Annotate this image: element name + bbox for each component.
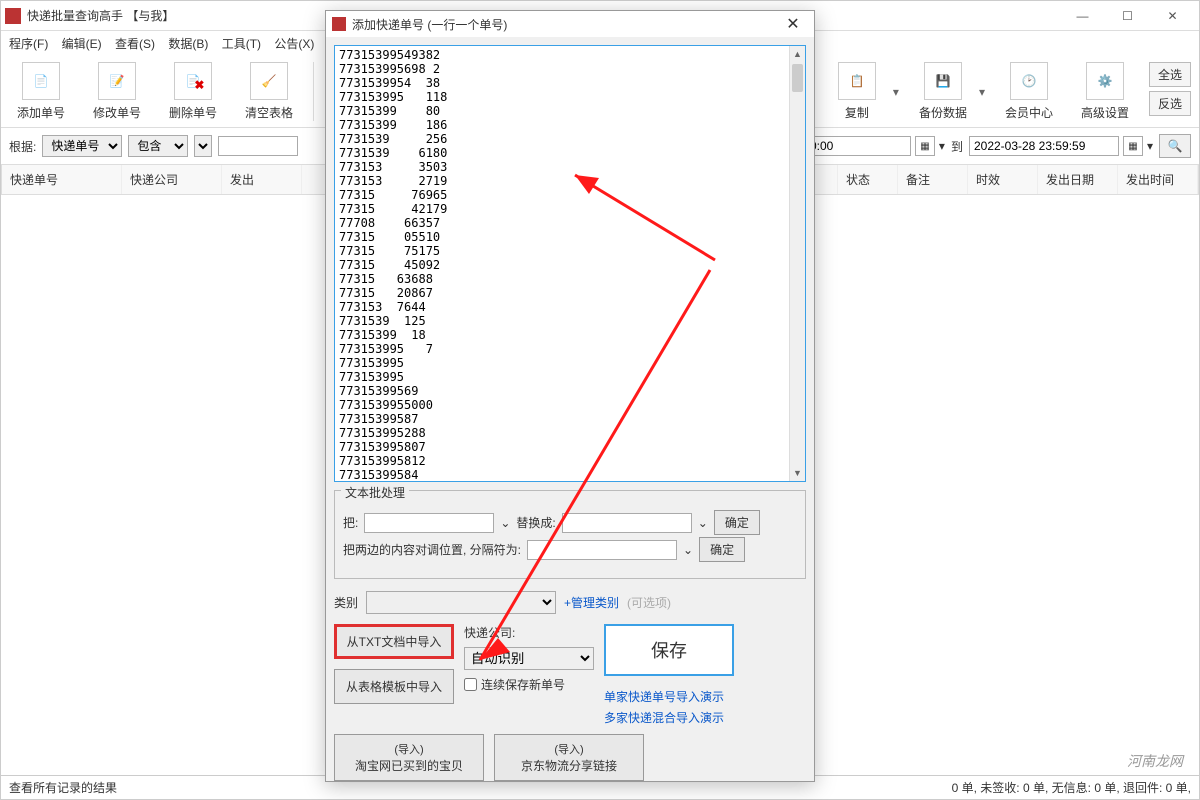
col-sendtime[interactable]: 发出时间 xyxy=(1118,165,1198,194)
app-icon xyxy=(5,8,21,24)
save-icon: 💾 xyxy=(924,62,962,100)
dropdown-icon[interactable]: ⌄ xyxy=(698,516,708,530)
col-company[interactable]: 快递公司 xyxy=(122,165,222,194)
import-txt-button[interactable]: 从TXT文档中导入 xyxy=(334,624,454,659)
document-edit-icon: 📝 xyxy=(98,62,136,100)
jd-import-button[interactable]: (导入) 京东物流分享链接 xyxy=(494,734,644,781)
replace-to-label: 替换成: xyxy=(516,514,555,531)
replace-confirm-button[interactable]: 确定 xyxy=(714,510,760,535)
save-button[interactable]: 保存 xyxy=(604,624,734,676)
col-senddate[interactable]: 发出日期 xyxy=(1038,165,1118,194)
replace-from-label: 把: xyxy=(343,514,358,531)
calendar-start-icon[interactable]: ▦ xyxy=(915,136,935,156)
numbers-textarea-wrap: 77315399549382 773153995698 2 7731539954… xyxy=(334,45,806,482)
filter-value-input[interactable] xyxy=(218,136,298,156)
date-dropdown-icon[interactable]: ▾ xyxy=(1147,139,1153,153)
import-template-button[interactable]: 从表格模板中导入 xyxy=(334,669,454,704)
numbers-textarea[interactable]: 77315399549382 773153995698 2 7731539954… xyxy=(335,46,805,481)
replace-from-input[interactable] xyxy=(364,513,494,533)
status-left: 查看所有记录的结果 xyxy=(9,779,117,796)
edit-button[interactable]: 📝 修改单号 xyxy=(85,62,149,121)
minimize-button[interactable]: — xyxy=(1060,1,1105,31)
filter-dropdown[interactable] xyxy=(194,135,212,157)
demo-buttons-row: (导入) 淘宝网已买到的宝贝 (导入) 京东物流分享链接 xyxy=(334,734,806,781)
settings-button[interactable]: ⚙️ 高级设置 xyxy=(1073,62,1137,121)
search-button[interactable]: 🔍 xyxy=(1159,134,1191,158)
delete-button[interactable]: 📄✖ 删除单号 xyxy=(161,62,225,121)
filter-field-select[interactable]: 快递单号 xyxy=(42,135,122,157)
company-label: 快递公司: xyxy=(464,624,594,641)
to-label: 到 xyxy=(951,138,963,155)
menu-program[interactable]: 程序(F) xyxy=(9,37,48,51)
menu-edit[interactable]: 编辑(E) xyxy=(62,37,102,51)
demo-single-link[interactable]: 单家快递单号导入演示 xyxy=(604,688,734,705)
menu-notice[interactable]: 公告(X) xyxy=(274,37,314,51)
swap-sep-input[interactable] xyxy=(527,540,677,560)
date-dropdown-icon[interactable]: ▾ xyxy=(939,139,945,153)
document-add-icon: 📄 xyxy=(22,62,60,100)
swap-label: 把两边的内容对调位置, 分隔符为: xyxy=(343,541,521,558)
continuous-save-checkbox[interactable]: 连续保存新单号 xyxy=(464,676,594,693)
dialog-close-button[interactable]: ✕ xyxy=(778,14,808,34)
category-label: 类别 xyxy=(334,594,358,611)
menu-tools[interactable]: 工具(T) xyxy=(222,37,261,51)
demo-multi-link[interactable]: 多家快递混合导入演示 xyxy=(604,709,734,726)
toolbar-separator xyxy=(313,62,314,121)
dropdown-caret[interactable]: ▾ xyxy=(979,85,985,99)
document-delete-icon: 📄✖ xyxy=(174,62,212,100)
col-status[interactable]: 状态 xyxy=(838,165,898,194)
scroll-down-icon[interactable]: ▼ xyxy=(790,465,805,481)
company-select[interactable]: 自动识别 xyxy=(464,647,594,670)
dropdown-icon[interactable]: ⌄ xyxy=(683,543,693,557)
menu-view[interactable]: 查看(S) xyxy=(115,37,155,51)
copy-button[interactable]: 📋 复制 xyxy=(825,62,889,121)
menu-data[interactable]: 数据(B) xyxy=(168,37,208,51)
col-send[interactable]: 发出 xyxy=(222,165,302,194)
import-row: 从TXT文档中导入 从表格模板中导入 快递公司: 自动识别 连续保存新单号 保存… xyxy=(334,624,806,726)
status-right: 0 单, 未签收: 0 单, 无信息: 0 单, 退回件: 0 单, xyxy=(952,779,1191,796)
watermark: 河南龙网 xyxy=(1127,751,1183,771)
close-button[interactable]: ✕ xyxy=(1150,1,1195,31)
dialog-title: 添加快递单号 (一行一个单号) xyxy=(352,16,778,33)
optional-label: (可选项) xyxy=(627,594,671,611)
col-number[interactable]: 快递单号 xyxy=(2,165,122,194)
batch-group: 文本批处理 把: ⌄ 替换成: ⌄ 确定 把两边的内容对调位置, 分隔符为: ⌄… xyxy=(334,490,806,579)
invert-select-button[interactable]: 反选 xyxy=(1149,91,1191,116)
batch-group-title: 文本批处理 xyxy=(341,484,409,501)
col-time[interactable]: 时效 xyxy=(968,165,1038,194)
calendar-end-icon[interactable]: ▦ xyxy=(1123,136,1143,156)
swap-confirm-button[interactable]: 确定 xyxy=(699,537,745,562)
clear-button[interactable]: 🧹 清空表格 xyxy=(237,62,301,121)
taobao-import-button[interactable]: (导入) 淘宝网已买到的宝贝 xyxy=(334,734,484,781)
category-select[interactable] xyxy=(366,591,556,614)
search-icon: 🔍 xyxy=(1168,139,1183,153)
manage-category-link[interactable]: +管理类别 xyxy=(564,594,619,611)
filter-op-select[interactable]: 包含 xyxy=(128,135,188,157)
checkbox-input[interactable] xyxy=(464,678,477,691)
member-button[interactable]: 🕑 会员中心 xyxy=(997,62,1061,121)
clock-icon: 🕑 xyxy=(1010,62,1048,100)
checkbox-label: 连续保存新单号 xyxy=(481,676,565,693)
scroll-up-icon[interactable]: ▲ xyxy=(790,46,805,62)
col-remark[interactable]: 备注 xyxy=(898,165,968,194)
maximize-button[interactable]: ☐ xyxy=(1105,1,1150,31)
gear-icon: ⚙️ xyxy=(1086,62,1124,100)
backup-button[interactable]: 💾 备份数据 xyxy=(911,62,975,121)
replace-to-input[interactable] xyxy=(562,513,692,533)
category-row: 类别 +管理类别 (可选项) xyxy=(334,591,806,614)
date-end-input[interactable] xyxy=(969,136,1119,156)
copy-icon: 📋 xyxy=(838,62,876,100)
add-number-dialog: 添加快递单号 (一行一个单号) ✕ 77315399549382 7731539… xyxy=(325,10,815,782)
dropdown-icon[interactable]: ⌄ xyxy=(500,516,510,530)
app-icon xyxy=(332,17,346,31)
dropdown-caret[interactable]: ▾ xyxy=(893,85,899,99)
brush-icon: 🧹 xyxy=(250,62,288,100)
add-button[interactable]: 📄 添加单号 xyxy=(9,62,73,121)
dialog-titlebar: 添加快递单号 (一行一个单号) ✕ xyxy=(326,11,814,37)
filter-label: 根据: xyxy=(9,138,36,155)
scroll-thumb[interactable] xyxy=(792,64,803,92)
select-all-button[interactable]: 全选 xyxy=(1149,62,1191,87)
scrollbar[interactable]: ▲ ▼ xyxy=(789,46,805,481)
